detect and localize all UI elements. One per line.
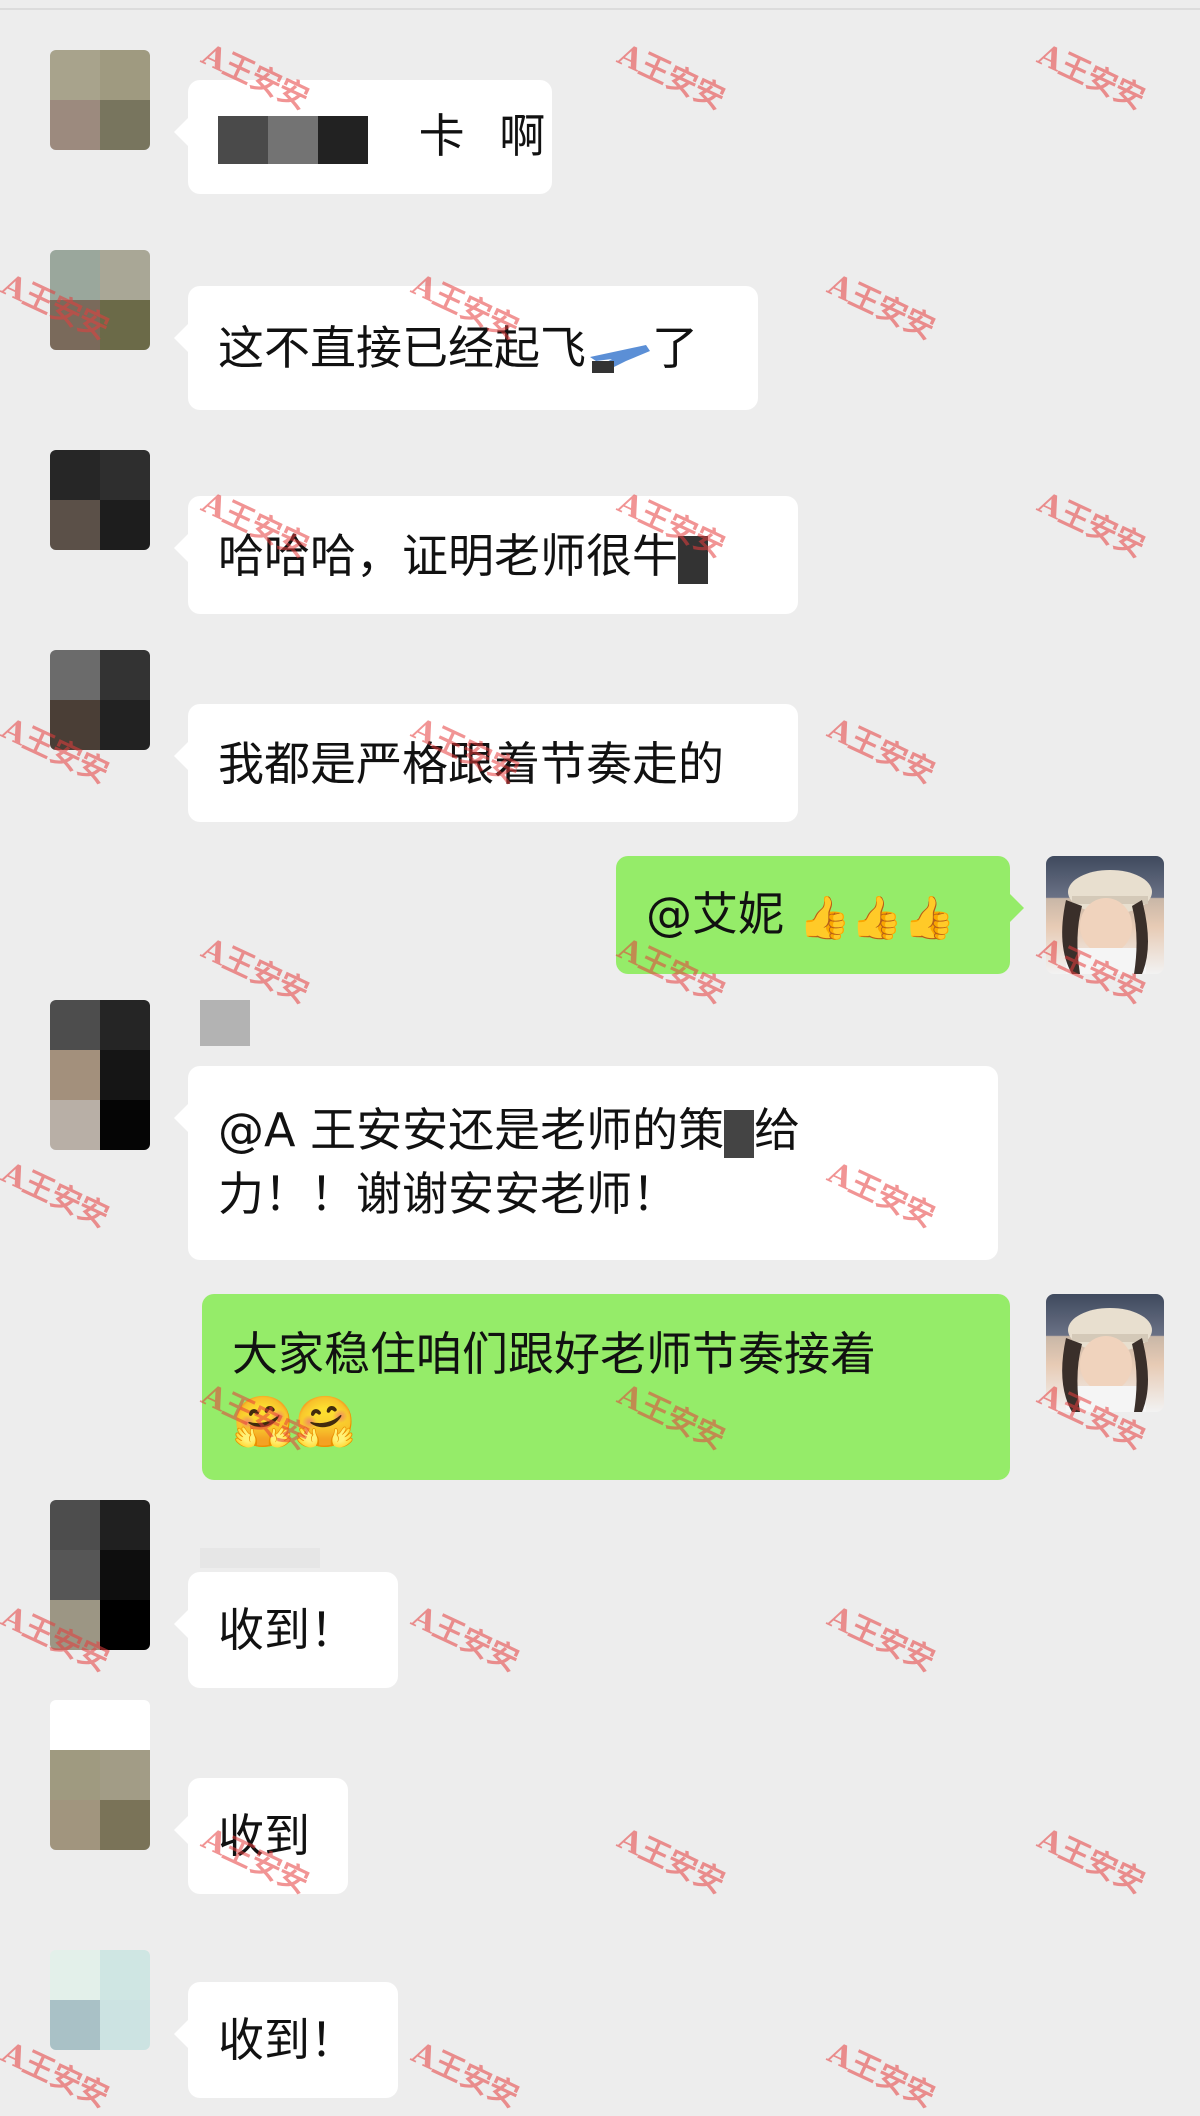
sender-name-blur xyxy=(200,1000,250,1046)
mosaic-block xyxy=(724,1109,755,1158)
message-bubble[interactable]: 这不直接已经起飞 了 xyxy=(174,286,758,410)
mosaic-block xyxy=(318,115,368,164)
watermark: A王安安 xyxy=(0,1155,114,1235)
top-divider xyxy=(0,8,1200,10)
mosaic-block xyxy=(268,115,318,164)
message-text: 哈哈哈，证明老师很牛 xyxy=(218,529,678,583)
watermark: A王安安 xyxy=(1032,1821,1150,1901)
avatar[interactable] xyxy=(50,1950,150,2050)
message-text: 收到！ xyxy=(218,2013,356,2067)
message-text: 收到 xyxy=(218,1809,310,1863)
watermark: A王安安 xyxy=(822,267,940,347)
message-bubble[interactable]: @A 王安安还是老师的策给 力！！谢谢安安老师！ xyxy=(174,1066,998,1260)
message-bubble[interactable]: 我都是严格跟着节奏走的 xyxy=(174,704,798,822)
message-text: 给 xyxy=(754,1103,801,1157)
avatar[interactable] xyxy=(50,650,150,750)
avatar[interactable] xyxy=(50,450,150,550)
message-text: 这不直接已经起飞 xyxy=(218,321,586,375)
watermark: A王安安 xyxy=(612,1821,730,1901)
watermark: A王安安 xyxy=(1032,37,1150,117)
message-bubble[interactable]: 收到！ xyxy=(174,1982,398,2098)
watermark: A王安安 xyxy=(406,1599,524,1679)
message-bubble-outgoing[interactable]: 大家稳住咱们跟好老师节奏接着 🤗🤗 xyxy=(202,1294,1010,1480)
avatar[interactable] xyxy=(50,1700,150,1850)
message-text: 力！！谢谢安安老师！ xyxy=(218,1167,678,1221)
message-text: @艾妮 xyxy=(646,887,784,941)
message-bubble-outgoing[interactable]: @艾妮 👍👍👍 xyxy=(616,856,1024,974)
watermark: A王安安 xyxy=(822,1599,940,1679)
message-text: 卡 xyxy=(418,109,465,163)
message-bubble[interactable]: 收到！ xyxy=(174,1572,398,1688)
avatar[interactable] xyxy=(50,50,150,150)
watermark: A王安安 xyxy=(822,2035,940,2115)
airplane-icon xyxy=(586,329,652,375)
watermark: A王安安 xyxy=(822,711,940,791)
message-bubble[interactable]: 卡 啊 xyxy=(174,80,552,194)
thumbs-up-icon: 👍👍👍 xyxy=(798,892,956,942)
sender-name-blur xyxy=(200,1548,320,1568)
watermark: A王安安 xyxy=(406,2035,524,2115)
message-text: 啊 xyxy=(499,109,546,163)
watermark: A王安安 xyxy=(196,931,314,1011)
self-avatar[interactable] xyxy=(1046,1294,1164,1412)
message-text: 收到！ xyxy=(218,1603,356,1657)
message-text: 我都是严格跟着节奏走的 xyxy=(218,737,724,791)
message-bubble[interactable]: 收到 xyxy=(174,1778,348,1894)
message-text: 了 xyxy=(652,321,698,375)
mosaic-block xyxy=(678,535,708,584)
message-text: @A 王安安还是老师的策 xyxy=(218,1103,725,1157)
message-text: 大家稳住咱们跟好老师节奏接着 xyxy=(232,1327,876,1381)
mosaic-block xyxy=(218,115,268,164)
self-avatar[interactable] xyxy=(1046,856,1164,974)
watermark: A王安安 xyxy=(612,37,730,117)
message-bubble[interactable]: 哈哈哈，证明老师很牛 xyxy=(174,496,798,614)
avatar[interactable] xyxy=(50,250,150,350)
avatar[interactable] xyxy=(50,1000,150,1150)
watermark: A王安安 xyxy=(1032,485,1150,565)
avatar[interactable] xyxy=(50,1500,150,1650)
hug-emoji: 🤗🤗 xyxy=(232,1392,357,1451)
